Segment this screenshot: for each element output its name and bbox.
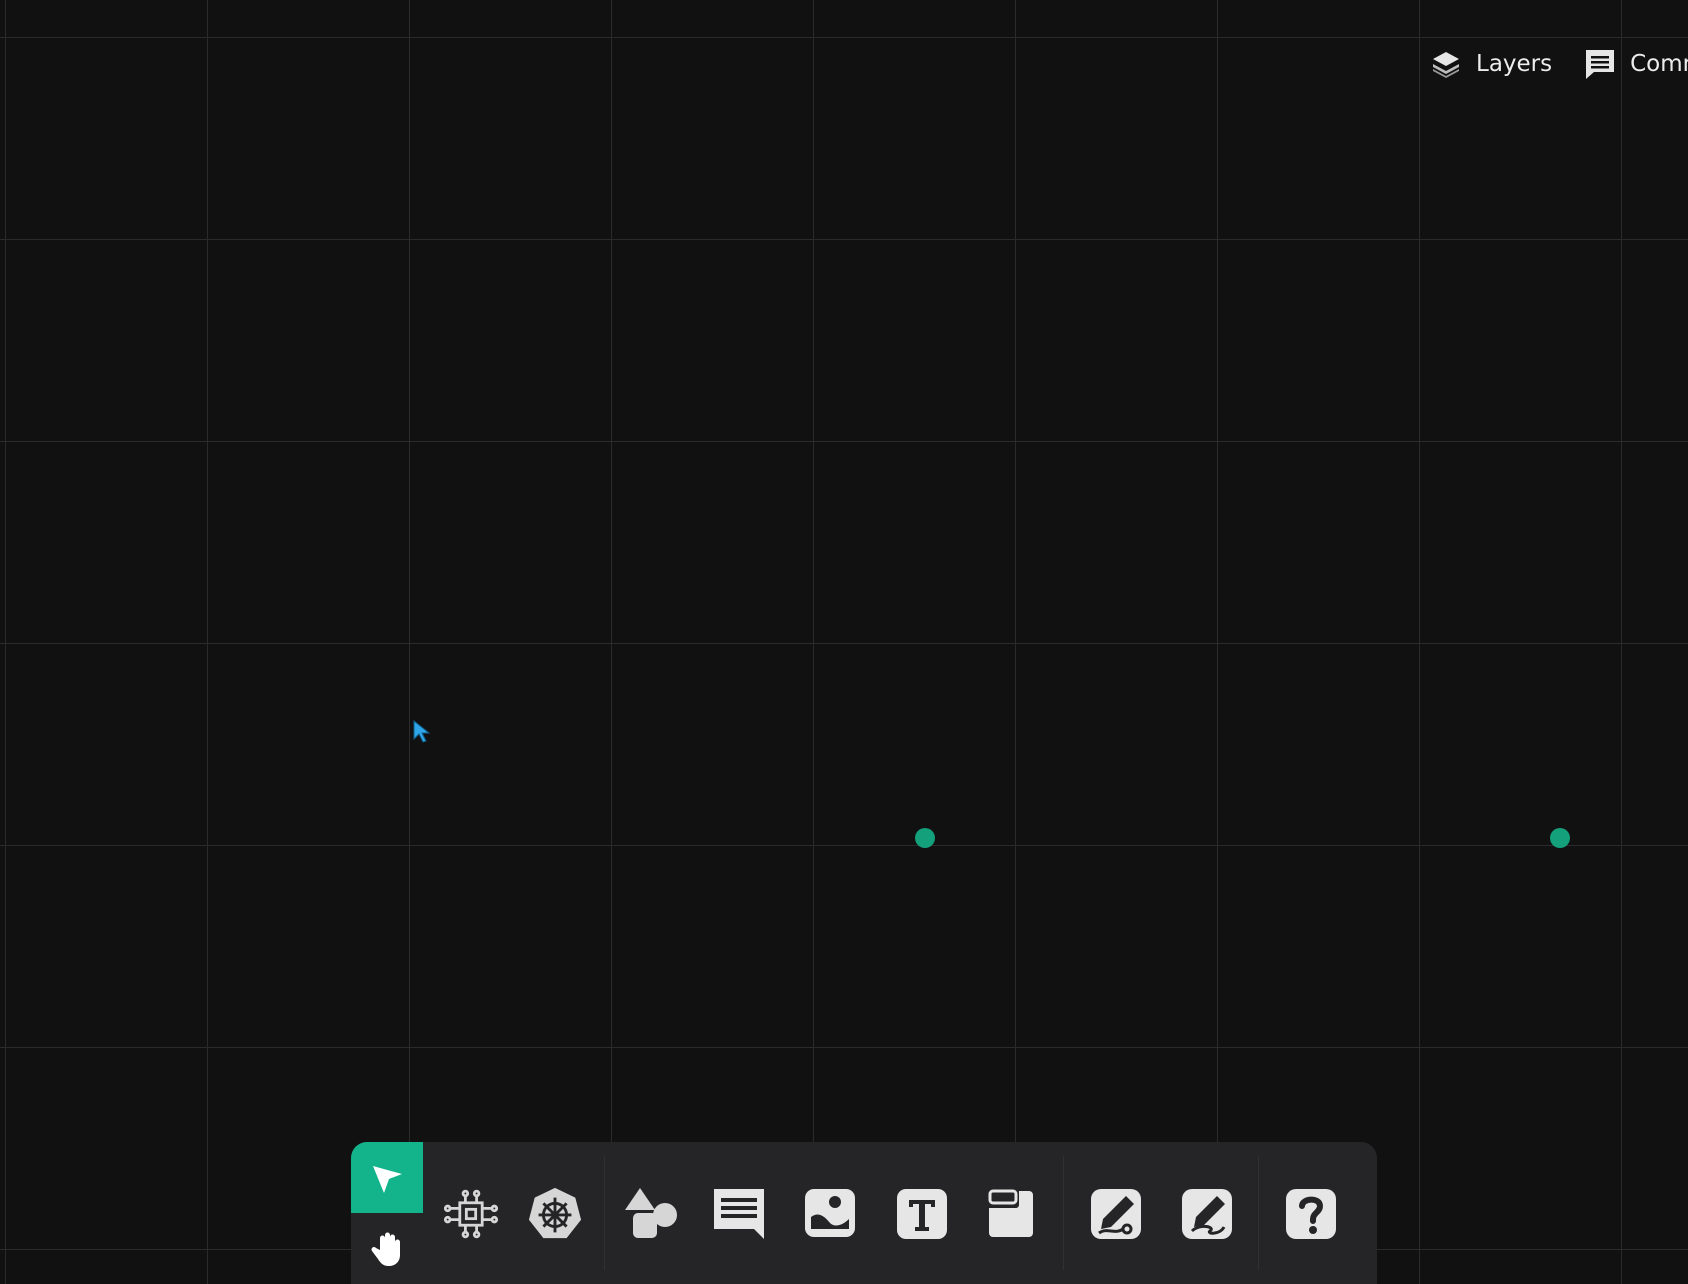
connector-handle-left[interactable] <box>915 828 935 848</box>
design-canvas[interactable] <box>0 0 1688 1284</box>
hand-icon <box>371 1232 400 1266</box>
layers-icon <box>1433 52 1459 78</box>
help-icon <box>1286 1189 1336 1239</box>
layers-label: Layers <box>1476 51 1553 77</box>
pen-freehand-icon <box>1182 1189 1232 1239</box>
section-tool-button[interactable] <box>984 1186 1040 1242</box>
comment-tool-button[interactable] <box>711 1186 767 1242</box>
help-button[interactable] <box>1283 1186 1339 1242</box>
text-tool-button[interactable] <box>894 1186 950 1242</box>
top-right-actions: Layers Comm <box>1430 48 1688 80</box>
component-tool-button[interactable] <box>443 1186 499 1242</box>
toolbar-separator <box>1063 1156 1064 1270</box>
mouse-cursor-icon <box>413 719 431 748</box>
image-icon <box>805 1189 855 1237</box>
pan-tool-button[interactable] <box>351 1213 423 1284</box>
toolbar-separator <box>1258 1156 1259 1270</box>
cursor-arrow-icon <box>373 1165 402 1193</box>
connector-handle-right[interactable] <box>1550 828 1570 848</box>
bottom-toolbar <box>351 1142 1377 1284</box>
layers-button[interactable]: Layers <box>1430 48 1552 80</box>
comments-label: Comm <box>1630 51 1688 77</box>
chip-icon <box>443 1189 499 1239</box>
select-tool-button[interactable] <box>351 1142 423 1213</box>
text-icon <box>897 1189 947 1239</box>
kubernetes-tool-button[interactable] <box>527 1186 583 1242</box>
connector-draw-tool-button[interactable] <box>1088 1186 1144 1242</box>
toolbar-separator <box>604 1156 605 1270</box>
mode-toggle-group <box>351 1142 423 1284</box>
comment-icon <box>714 1189 764 1239</box>
image-tool-button[interactable] <box>802 1186 858 1242</box>
helm-wheel-icon <box>528 1187 582 1239</box>
frame-icon <box>988 1189 1033 1237</box>
shapes-icon <box>625 1188 677 1238</box>
freehand-draw-tool-button[interactable] <box>1179 1186 1235 1242</box>
pen-connector-icon <box>1091 1189 1141 1239</box>
comment-icon <box>1586 50 1615 79</box>
comments-button[interactable]: Comm <box>1584 48 1688 80</box>
shapes-tool-button[interactable] <box>623 1186 679 1242</box>
